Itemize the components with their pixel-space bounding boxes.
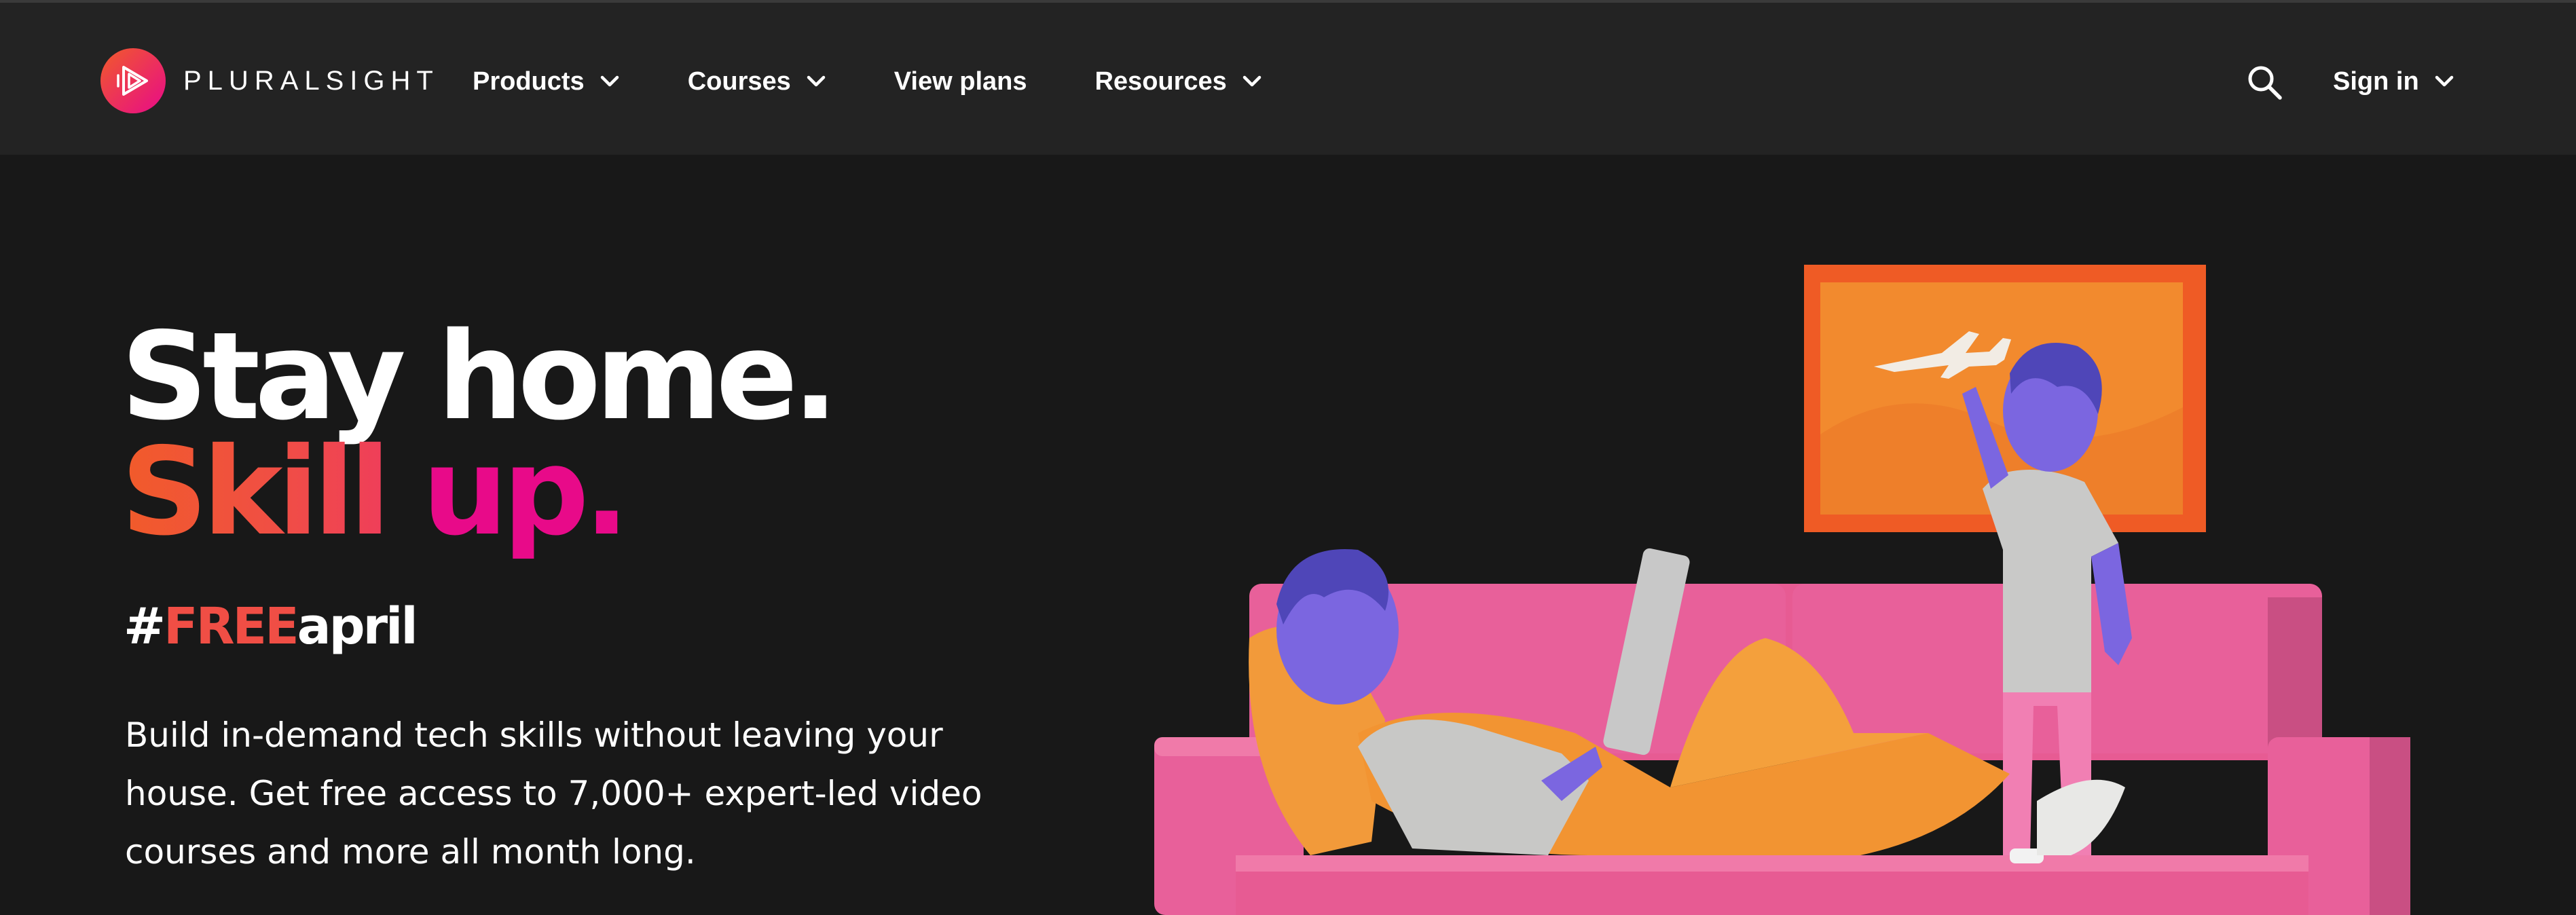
- chevron-down-icon: [2435, 75, 2453, 87]
- brand-wordmark: PLURALSIGHT: [183, 65, 439, 96]
- main-nav: Products Courses View plans Resources: [473, 54, 1330, 109]
- nav-item-view-plans[interactable]: View plans: [894, 67, 1027, 96]
- nav-item-label: View plans: [894, 67, 1027, 96]
- hero-headline: Stay home. Skill up.: [121, 306, 839, 553]
- hashtag-hash: #: [124, 597, 166, 656]
- play-triangle-icon: [100, 48, 166, 113]
- sign-in-label: Sign in: [2333, 67, 2419, 96]
- free-april-hashtag: #FREEapril: [124, 597, 418, 656]
- hashtag-april: april: [297, 597, 418, 656]
- hashtag-free: FREE: [164, 597, 299, 656]
- sign-in-menu[interactable]: Sign in: [2333, 57, 2454, 106]
- pluralsight-logo[interactable]: PLURALSIGHT: [100, 48, 439, 114]
- hero-line-skill-up: Skill up.: [121, 432, 833, 553]
- chevron-down-icon: [1243, 75, 1262, 87]
- page: PLURALSIGHT Products Courses View plans …: [0, 0, 2576, 915]
- hero-line-stay-home: Stay home.: [121, 306, 839, 447]
- nav-item-label: Resources: [1094, 67, 1227, 96]
- search-icon: [2248, 66, 2282, 100]
- top-navigation-bar: PLURALSIGHT Products Courses View plans …: [0, 0, 2576, 155]
- hero-word-skill: Skill: [121, 422, 391, 562]
- search-button[interactable]: [2246, 64, 2284, 102]
- nav-item-courses[interactable]: Courses: [688, 67, 826, 96]
- nav-item-label: Products: [473, 67, 585, 96]
- nav-item-resources[interactable]: Resources: [1094, 67, 1262, 96]
- hero-description: Build in-demand tech skills without leav…: [125, 715, 982, 872]
- hero-illustration-couch: [1154, 265, 2410, 915]
- chevron-down-icon: [600, 75, 619, 87]
- nav-item-products[interactable]: Products: [473, 67, 620, 96]
- nav-item-label: Courses: [687, 67, 791, 96]
- hero-word-up: up.: [422, 422, 630, 562]
- chevron-down-icon: [807, 75, 826, 87]
